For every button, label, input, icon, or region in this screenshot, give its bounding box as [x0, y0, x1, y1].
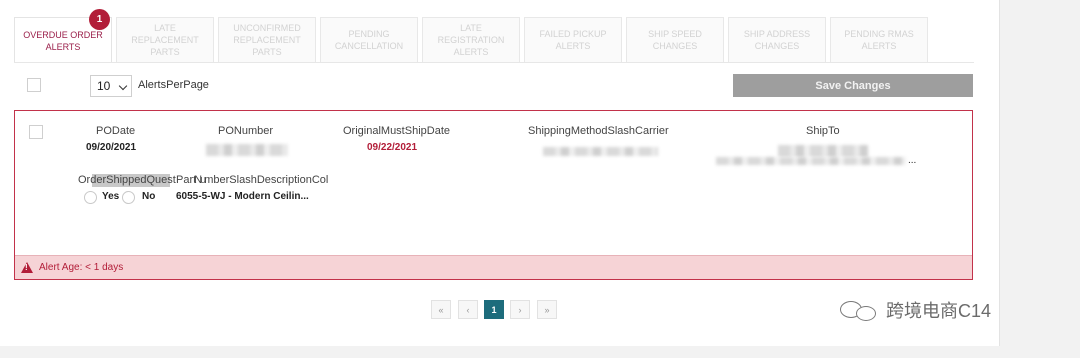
shipped-no-radio[interactable] — [122, 191, 135, 204]
tab-pending-rmas-alerts[interactable]: PENDING RMAS ALERTS — [830, 17, 928, 62]
alert-age-bar: Alert Age: < 1 days — [15, 255, 972, 279]
select-all-checkbox[interactable] — [27, 78, 41, 92]
part-number-value: 6055-5-WJ - Modern Ceilin... — [176, 191, 309, 202]
shipped-yes-label: Yes — [102, 191, 120, 202]
pagination-next[interactable]: › — [510, 300, 530, 319]
alert-count-badge: 1 — [89, 9, 110, 30]
ship-to-line1-redacted — [778, 145, 868, 157]
po-date-value: 09/20/2021 — [86, 142, 137, 153]
order-shipped-question-header: OrderShippedQuest — [78, 174, 176, 186]
chevron-down-icon — [118, 81, 128, 91]
pagination-prev[interactable]: ‹ — [458, 300, 478, 319]
warning-icon — [21, 262, 33, 273]
shipped-yes-radio[interactable] — [84, 191, 97, 204]
shipped-no-label: No — [142, 191, 156, 202]
alerts-per-page-select[interactable]: 10 — [90, 75, 132, 97]
watermark-text: 跨境电商C14 — [886, 301, 992, 321]
po-number-header: PONumber — [218, 125, 274, 137]
save-changes-button[interactable]: Save Changes — [733, 74, 973, 97]
alerts-per-page-label: AlertsPerPage — [138, 79, 209, 91]
po-date-header: PODate — [96, 125, 136, 137]
ship-to-header: ShipTo — [806, 125, 840, 137]
pagination-last[interactable]: » — [537, 300, 557, 319]
shipping-method-value-redacted — [543, 147, 658, 156]
pagination-first[interactable]: « — [431, 300, 451, 319]
tab-pending-cancellation[interactable]: PENDING CANCELLATION — [320, 17, 418, 62]
alert-select-checkbox[interactable] — [29, 125, 43, 139]
pagination-page-1[interactable]: 1 — [484, 300, 504, 319]
ship-to-line2-redacted — [716, 157, 906, 165]
alert-card: PODate 09/20/2021 PONumber OriginalMustS… — [14, 110, 973, 280]
tab-unconfirmed-replacement-parts[interactable]: UNCONFIRMED REPLACEMENT PARTS — [218, 17, 316, 62]
original-must-ship-date-header: OriginalMustShipDate — [343, 125, 450, 137]
tab-divider — [14, 62, 974, 63]
alerts-per-page-value: 10 — [97, 79, 111, 93]
part-number-header: PartNumberSlashDescriptionCol — [176, 174, 329, 186]
ship-to-ellipsis: ... — [908, 155, 917, 166]
alert-age-text: Alert Age: < 1 days — [39, 262, 124, 273]
original-must-ship-date-value: 09/22/2021 — [367, 142, 418, 153]
tab-ship-address-changes[interactable]: SHIP ADDRESS CHANGES — [728, 17, 826, 62]
tab-ship-speed-changes[interactable]: SHIP SPEED CHANGES — [626, 17, 724, 62]
wechat-icon — [840, 299, 880, 321]
watermark: 跨境电商C14 — [840, 297, 991, 323]
alert-tabs: OVERDUE ORDER ALERTS LATE REPLACEMENT PA… — [14, 17, 974, 63]
po-number-value-redacted — [206, 144, 288, 156]
tab-late-replacement-parts[interactable]: LATE REPLACEMENT PARTS — [116, 17, 214, 62]
tab-late-registration-alerts[interactable]: LATE REGISTRATION ALERTS — [422, 17, 520, 62]
alerts-panel: OVERDUE ORDER ALERTS LATE REPLACEMENT PA… — [0, 0, 1000, 346]
shipping-method-header: ShippingMethodSlashCarrier — [528, 125, 669, 137]
tab-failed-pickup-alerts[interactable]: FAILED PICKUP ALERTS — [524, 17, 622, 62]
